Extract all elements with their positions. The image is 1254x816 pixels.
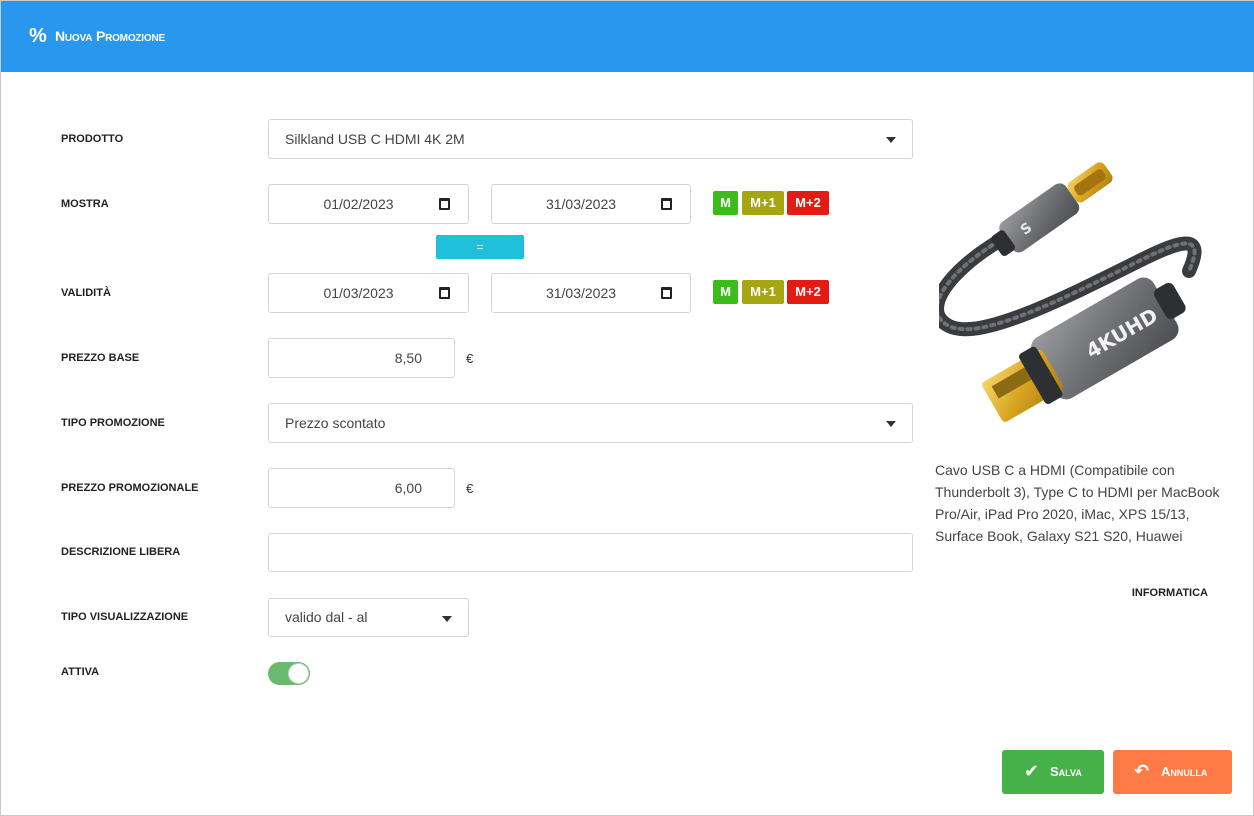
mostra-label: Mostra: [61, 198, 109, 210]
undo-icon: ↶: [1134, 761, 1150, 781]
mostra-month-plus2-button[interactable]: M+2: [787, 191, 829, 215]
tipo-visualizzazione-value: valido dal - al: [285, 609, 368, 625]
calendar-icon[interactable]: [439, 287, 450, 299]
tipo-promozione-label: Tipo promozione: [61, 417, 165, 429]
prodotto-value: Silkland USB C HDMI 4K 2M: [285, 131, 465, 147]
save-button-label: Salva: [1050, 764, 1082, 779]
attiva-toggle[interactable]: [268, 662, 310, 685]
prodotto-label: Prodotto: [61, 133, 124, 145]
tipo-visualizzazione-select[interactable]: valido dal - al: [268, 598, 469, 637]
tipo-promozione-select[interactable]: Prezzo scontato: [268, 403, 913, 443]
descrizione-libera-label: Descrizione libera: [61, 546, 181, 558]
tipo-promozione-value: Prezzo scontato: [285, 415, 386, 431]
calendar-icon[interactable]: [439, 198, 450, 210]
chevron-down-icon: [886, 137, 896, 143]
validita-to-date[interactable]: 31/03/2023: [491, 273, 691, 313]
copy-dates-button[interactable]: =: [436, 235, 524, 259]
chevron-down-icon: [886, 421, 896, 427]
promotion-dialog: % Nuova Promozione Prodotto Silkland USB…: [0, 0, 1254, 816]
prezzo-promozionale-label: Prezzo promozionale: [61, 482, 199, 494]
product-description: Cavo USB C a HDMI (Compatibile con Thund…: [935, 462, 1220, 544]
prezzo-base-value: 8,50: [394, 350, 422, 366]
usb-c-hdmi-cable-image: S 4KUHD: [939, 162, 1202, 422]
cancel-button[interactable]: ↶ Annulla: [1113, 750, 1232, 794]
mostra-month-plus1-button[interactable]: M+1: [742, 191, 784, 215]
validita-label: Validità: [61, 287, 111, 299]
validita-month-button[interactable]: M: [713, 280, 738, 304]
cancel-button-label: Annulla: [1161, 764, 1208, 779]
prezzo-base-label: Prezzo base: [61, 352, 140, 364]
validita-month-plus2-button[interactable]: M+2: [787, 280, 829, 304]
check-icon: ✔: [1024, 761, 1040, 781]
calendar-icon[interactable]: [661, 198, 672, 210]
validita-month-plus1-button[interactable]: M+1: [742, 280, 784, 304]
attiva-label: Attiva: [61, 666, 100, 678]
prodotto-select[interactable]: Silkland USB C HDMI 4K 2M: [268, 119, 913, 159]
toggle-knob: [288, 663, 309, 684]
validita-from-date[interactable]: 01/03/2023: [268, 273, 469, 313]
mostra-to-date[interactable]: 31/03/2023: [491, 184, 691, 224]
currency-symbol: €: [466, 481, 474, 496]
dialog-title: Nuova Promozione: [55, 28, 165, 44]
save-button[interactable]: ✔ Salva: [1002, 750, 1104, 794]
mostra-from-date[interactable]: 01/02/2023: [268, 184, 469, 224]
prezzo-promozionale-value: 6,00: [394, 480, 422, 496]
prezzo-base-input[interactable]: 8,50: [268, 338, 455, 378]
calendar-icon[interactable]: [661, 287, 672, 299]
mostra-month-button[interactable]: M: [713, 191, 738, 215]
descrizione-libera-input[interactable]: [268, 533, 913, 572]
percent-icon: %: [29, 25, 47, 47]
chevron-down-icon: [442, 616, 452, 622]
dialog-header: % Nuova Promozione: [1, 1, 1254, 72]
prezzo-promozionale-input[interactable]: 6,00: [268, 468, 455, 508]
tipo-visualizzazione-label: Tipo visualizzazione: [61, 611, 189, 623]
currency-symbol: €: [466, 351, 474, 366]
product-category: Informatica: [1131, 587, 1208, 599]
